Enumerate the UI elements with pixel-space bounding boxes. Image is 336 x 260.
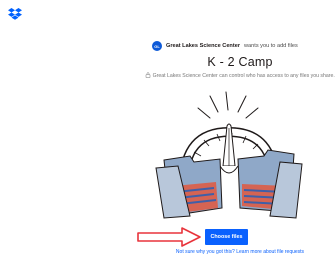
annotation-arrow-icon	[137, 227, 201, 247]
choose-files-button[interactable]: Choose files	[205, 229, 248, 245]
privacy-note: Great Lakes Science Center can control w…	[145, 72, 335, 80]
learn-more-link[interactable]: Learn more about file requests	[236, 249, 304, 255]
lock-icon	[145, 72, 151, 78]
requester-line: GL Great Lakes Science Center wants you …	[152, 40, 298, 52]
file-request-illustration	[155, 91, 303, 219]
privacy-note-text: Great Lakes Science Center can control w…	[152, 73, 335, 79]
request-title: K - 2 Camp	[207, 55, 273, 69]
requester-avatar: GL	[152, 41, 162, 51]
footer-help: Not sure why you got this? Learn more ab…	[152, 249, 328, 255]
footer-question: Not sure why you got this?	[175, 249, 235, 255]
requester-name: Great Lakes Science Center	[166, 43, 240, 49]
dropbox-logo-icon[interactable]	[8, 8, 22, 20]
requester-action-text: wants you to add files	[244, 43, 298, 49]
